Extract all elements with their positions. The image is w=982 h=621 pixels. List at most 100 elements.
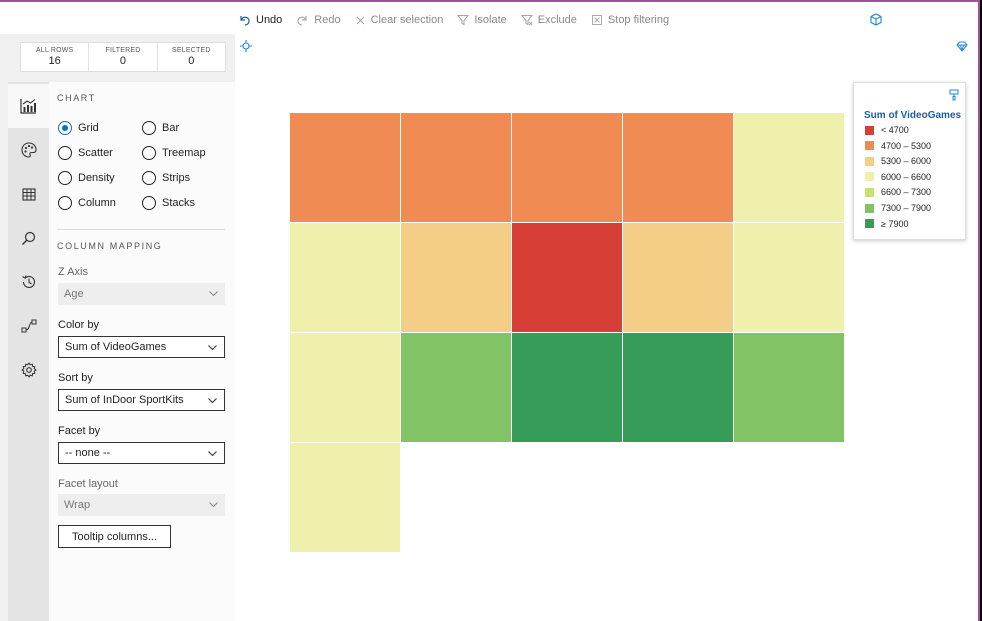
heatmap-cell[interactable] [401, 113, 511, 222]
select-value: Sum of InDoor SportKits [65, 394, 184, 406]
count-label: ALL ROWS [35, 47, 74, 54]
rail-colors[interactable] [8, 128, 49, 172]
column-mapping-title: COLUMN MAPPING [57, 241, 163, 251]
heatmap-cell[interactable] [401, 223, 511, 332]
rail-table[interactable] [8, 172, 49, 216]
rail-history[interactable] [8, 260, 49, 304]
search-icon [22, 231, 36, 245]
count-value: 0 [119, 55, 127, 67]
legend-swatch [865, 219, 874, 229]
sort-by-label: Sort by [58, 372, 93, 384]
legend-item: 6000 – 6600 [865, 172, 931, 182]
legend-swatch [865, 203, 874, 213]
rail-transform[interactable] [8, 304, 49, 348]
radio-circle [142, 121, 156, 135]
legend-swatch [865, 172, 874, 182]
heatmap-cell[interactable] [290, 443, 400, 552]
chart-type-strips[interactable]: Strips [142, 171, 190, 185]
color-by-select[interactable]: Sum of VideoGames [58, 336, 225, 358]
rail-chart[interactable] [8, 84, 49, 128]
move-icon[interactable] [240, 40, 252, 52]
radio-label: Density [78, 172, 115, 184]
filter-exclude-icon [520, 14, 533, 26]
radio-circle [142, 146, 156, 160]
stop-filter-icon [591, 15, 602, 25]
filtered-count: FILTERED 0 [89, 43, 158, 71]
radio-label: Column [78, 197, 116, 209]
select-value: Sum of VideoGames [65, 341, 167, 353]
chart-type-grid[interactable]: Grid [58, 121, 99, 135]
heatmap-cell[interactable] [512, 113, 622, 222]
settings-icon [20, 362, 37, 378]
legend-label: 6000 – 6600 [881, 171, 932, 182]
undo-button[interactable]: Undo [238, 14, 282, 26]
section-divider [57, 229, 225, 230]
table-icon [21, 187, 36, 201]
legend-label: < 4700 [881, 125, 909, 135]
redo-icon [297, 16, 307, 26]
rail-search[interactable] [8, 216, 49, 260]
heatmap-cell[interactable] [734, 223, 844, 332]
heatmap-cell[interactable] [290, 113, 400, 222]
heatmap-cell[interactable] [290, 223, 400, 332]
chart-type-treemap[interactable]: Treemap [142, 146, 206, 160]
radio-label: Stacks [162, 197, 196, 209]
chart-type-density[interactable]: Density [58, 171, 115, 185]
rail-settings[interactable] [8, 348, 49, 392]
redo-button[interactable]: Redo [296, 14, 341, 26]
legend-item: < 4700 [865, 125, 909, 135]
legend-title: Sum of VideoGames [864, 110, 962, 121]
exclude-button[interactable]: Exclude [520, 14, 577, 26]
radio-circle [142, 196, 156, 210]
radio-label: Bar [162, 122, 180, 134]
count-label: SELECTED [172, 47, 211, 54]
clear-selection-button[interactable]: Clear selection [355, 14, 443, 26]
radio-circle [58, 171, 72, 185]
legend-item: 4700 – 5300 [865, 141, 931, 151]
tooltip-columns-button[interactable]: Tooltip columns... [58, 525, 171, 548]
facet-layout-label: Facet layout [58, 478, 118, 490]
color-legend: Sum of VideoGames < 4700 4700 – 5300 5300 … [853, 82, 966, 240]
legend-label: 5300 – 6000 [881, 156, 932, 167]
heatmap-cell[interactable] [734, 333, 844, 442]
heatmap-cell[interactable] [623, 113, 733, 222]
facet-by-select[interactable]: -- none -- [58, 442, 225, 464]
isolate-label: Isolate [474, 14, 507, 26]
sort-by-select[interactable]: Sum of InDoor SportKits [58, 389, 225, 411]
heatmap-cell[interactable] [401, 333, 511, 442]
heatmap-cell[interactable] [290, 333, 400, 442]
stop-filtering-button[interactable]: Stop filtering [591, 14, 669, 26]
heatmap-cell[interactable] [512, 223, 622, 332]
heatmap-cell[interactable] [512, 333, 622, 442]
isolate-button[interactable]: Isolate [457, 14, 507, 26]
row-counts: ALL ROWS 16 FILTERED 0 SELECTED 0 [20, 42, 226, 72]
legend-swatch [865, 125, 874, 135]
heatmap-cell[interactable] [623, 223, 733, 332]
settings-panel: CHART Grid Bar Scatter Treemap Density S… [49, 82, 235, 621]
diamond-icon[interactable] [956, 41, 968, 52]
cube-icon[interactable] [870, 13, 882, 26]
history-icon [21, 275, 35, 288]
chart-type-scatter[interactable]: Scatter [58, 146, 113, 160]
z-axis-label: Z Axis [58, 266, 88, 278]
chart-section-title: CHART [57, 93, 96, 103]
icon-rail [8, 82, 49, 621]
paint-brush-icon[interactable] [949, 89, 959, 101]
chart-type-bar[interactable]: Bar [142, 121, 179, 135]
radio-circle [58, 196, 72, 210]
all-rows-count: ALL ROWS 16 [21, 43, 90, 71]
chart-type-stacks[interactable]: Stacks [142, 196, 195, 210]
legend-label: 7300 – 7900 [881, 203, 932, 213]
chart-type-column[interactable]: Column [58, 196, 116, 210]
radio-label: Grid [78, 122, 99, 134]
count-value: 16 [48, 55, 61, 67]
undo-icon [240, 16, 250, 26]
chevron-down-icon [208, 398, 217, 404]
radio-circle [58, 146, 72, 160]
radio-label: Scatter [78, 147, 113, 159]
heatmap-cell[interactable] [734, 113, 844, 222]
radio-circle [142, 171, 156, 185]
heatmap-cell[interactable] [623, 333, 733, 442]
legend-item: 6600 – 7300 [865, 187, 931, 197]
palette-icon [20, 142, 37, 158]
